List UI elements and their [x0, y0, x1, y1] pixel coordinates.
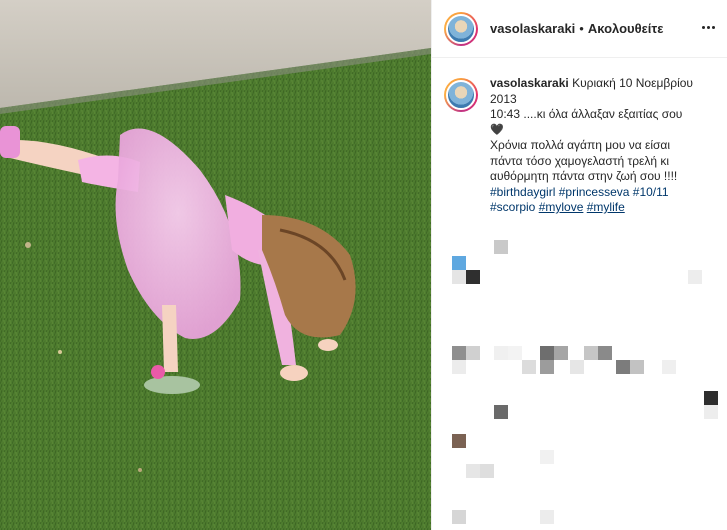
hashtags-line2: #scorpio #mylove #mylife [490, 200, 720, 216]
caption-year: 2013 [490, 91, 517, 106]
heart-icon: 🖤 [490, 123, 504, 136]
more-options-icon[interactable] [702, 26, 715, 29]
hashtag-link[interactable]: #princesseva [559, 185, 630, 199]
post-header: vasolaskaraki • Ακολουθείτε [432, 0, 727, 58]
author-username[interactable]: vasolaskaraki [490, 21, 575, 36]
author-avatar[interactable] [444, 11, 478, 46]
hashtag-link[interactable]: #mylife [587, 200, 625, 214]
hashtag-link[interactable]: #scorpio [490, 200, 535, 214]
hashtags-line1: #birthdaygirl #princesseva #10/11 [490, 185, 720, 201]
post-image [0, 0, 431, 530]
follow-status-button[interactable]: Ακολουθείτε [588, 21, 664, 36]
caption-avatar[interactable] [444, 78, 478, 112]
separator-dot: • [579, 21, 584, 36]
caption-line1: 10:43 ....κι όλα άλλαξαν εξαιτίας σου [490, 107, 683, 121]
caption-date: Κυριακή 10 Νοεμβρίου [572, 76, 693, 90]
caption-line3: πάντα τόσο χαμογελαστή τρελή κι [490, 153, 670, 168]
hashtag-link[interactable]: #mylove [539, 200, 584, 214]
caption-line2: Χρόνια πολλά αγάπη μου να είσαι [490, 138, 671, 152]
caption-username[interactable]: vasolaskaraki [490, 76, 569, 90]
caption-body: vasolaskaraki Κυριακή 10 Νοεμβρίου 2013 … [490, 76, 720, 216]
hashtag-link[interactable]: #birthdaygirl [490, 185, 555, 199]
post-sidebar: vasolaskaraki • Ακολουθείτε vasolaskarak… [431, 0, 727, 530]
caption: vasolaskaraki Κυριακή 10 Νοεμβρίου 2013 … [444, 76, 720, 216]
hashtag-link[interactable]: #10/11 [633, 185, 669, 199]
header-user: vasolaskaraki • Ακολουθείτε [490, 21, 663, 36]
post-photo[interactable] [0, 0, 431, 530]
caption-line4: αυθόρμητη πάντα στην ζωή σου !!!! [490, 169, 678, 183]
